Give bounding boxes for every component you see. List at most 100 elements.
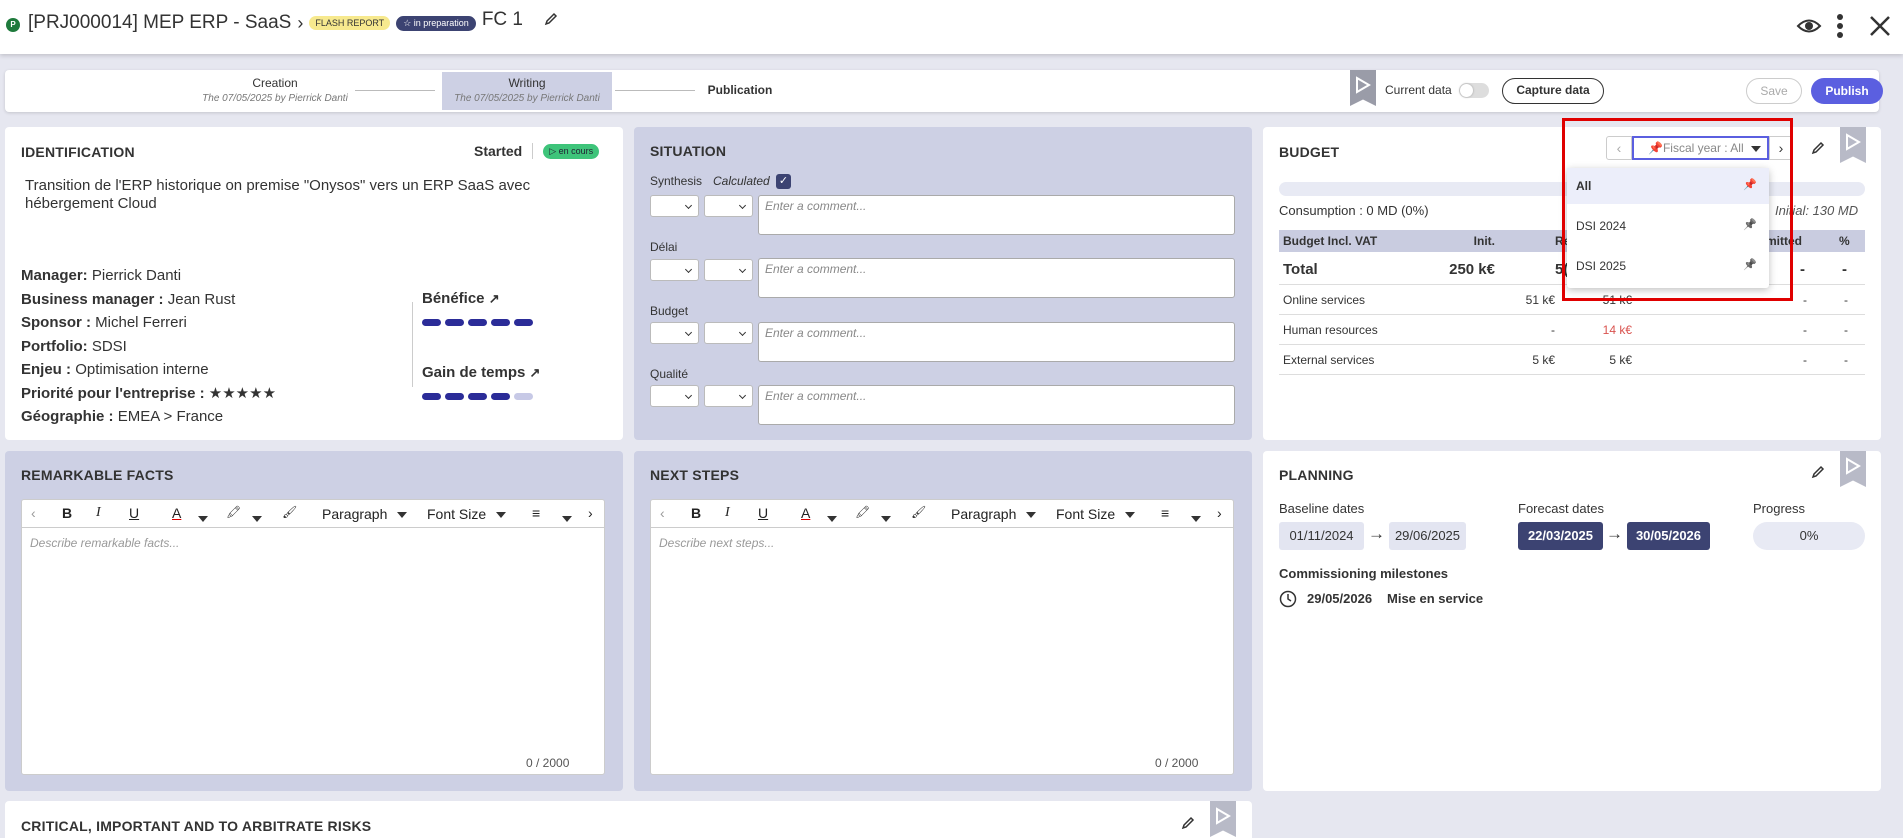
budget-title: BUDGET [1279,144,1340,160]
next-steps-editor[interactable]: Describe next steps... 0 / 2000 [650,527,1234,775]
benefit-label: Bénéfice [422,290,485,307]
step-name: Publication [707,83,773,97]
situation-label: Synthesis [650,174,703,188]
scroll-right-icon[interactable]: › [1217,505,1222,521]
divider [532,143,534,159]
edit-pencil-icon[interactable] [1810,140,1826,156]
paragraph-select[interactable]: Paragraph [322,506,408,522]
highlight-color-icon[interactable]: 🖍 [855,505,870,519]
field-label: Portfolio: [21,337,88,355]
scroll-left-icon[interactable]: ‹ [31,505,36,521]
clock-icon [1279,590,1297,608]
save-button[interactable]: Save [1746,78,1802,104]
format-painter-icon[interactable]: 🖌 [911,505,926,519]
budget-row: External services 5 k€ 5 k€ - - [1279,345,1865,375]
chevron-down-icon[interactable] [1191,510,1201,526]
scroll-left-icon[interactable]: ‹ [660,505,665,521]
synthesis-comment-field[interactable]: Enter a comment... [758,195,1235,235]
align-icon[interactable]: ≡ [532,505,540,521]
play-icon [1216,807,1231,825]
edit-pencil-icon[interactable] [1180,815,1196,831]
underline-button[interactable]: U [129,505,139,521]
editor-toolbar: ‹ B I U A 🖍 🖌 Paragraph Font Size ≡ › [650,499,1234,527]
editor-toolbar: ‹ B I U A 🖍 🖌 Paragraph Font Size ≡ › [21,499,605,527]
baseline-label: Baseline dates [1279,501,1365,516]
progress-label: Progress [1753,501,1806,516]
budget-comment-field[interactable]: Enter a comment... [758,322,1235,362]
eye-icon[interactable] [1796,15,1822,37]
field-value: Jean Rust [167,290,236,308]
chevron-down-icon[interactable] [252,510,262,526]
situation-label: Délai [650,240,678,254]
font-size-label: Font Size [427,506,487,522]
cell: - [1842,261,1847,278]
format-painter-icon[interactable]: 🖌 [282,505,297,519]
play-icon [1846,133,1861,151]
editor-placeholder: Describe next steps... [659,536,775,550]
calculated-checkbox[interactable]: ✓ [776,174,791,189]
chevron-down-icon[interactable] [562,510,572,526]
remarkable-facts-editor[interactable]: Describe remarkable facts... 0 / 2000 [21,527,605,775]
char-counter: 0 / 2000 [1155,756,1199,770]
field-enjeu: Enjeu : Optimisation interne [21,358,276,382]
close-icon[interactable] [1868,14,1892,38]
forecast-end-date: 30/05/2026 [1627,522,1710,550]
cell: - [1803,353,1807,367]
edit-pencil-icon[interactable] [543,11,559,27]
situation-select-status[interactable] [704,195,753,217]
paragraph-select[interactable]: Paragraph [951,506,1037,522]
chevron-down-icon[interactable] [881,510,891,526]
italic-button[interactable]: I [96,505,101,521]
capture-data-button[interactable]: Capture data [1502,78,1604,104]
step-connector [615,90,695,91]
align-icon[interactable]: ≡ [1161,505,1169,521]
situation-select-status[interactable] [704,385,753,407]
font-size-select[interactable]: Font Size [427,506,507,522]
edit-pencil-icon[interactable] [1810,464,1826,480]
more-vertical-icon[interactable] [1836,13,1844,39]
play-icon [1356,76,1371,94]
workflow-step-writing[interactable]: Writing The 07/05/2025 by Pierrick Danti [442,72,612,110]
qualite-comment-field[interactable]: Enter a comment... [758,385,1235,425]
identification-title: IDENTIFICATION [21,144,135,160]
scroll-right-icon[interactable]: › [588,505,593,521]
situation-label: Qualité [650,367,689,381]
delai-comment-field[interactable]: Enter a comment... [758,258,1235,298]
text-color-icon[interactable]: A [801,505,810,521]
bold-button[interactable]: B [62,505,72,521]
situation-title: SITUATION [650,143,727,159]
italic-button[interactable]: I [725,505,730,521]
risks-title: CRITICAL, IMPORTANT AND TO ARBITRATE RIS… [21,818,372,834]
field-business-manager: Business manager : Jean Rust [21,288,276,312]
field-portfolio: Portfolio: SDSI [21,335,276,359]
cell: - [1844,353,1848,367]
font-size-select[interactable]: Font Size [1056,506,1136,522]
situation-select-trend[interactable] [650,385,699,407]
cell: 5 k€ [1532,353,1555,367]
situation-select-trend[interactable] [650,259,699,281]
situation-select-status[interactable] [704,322,753,344]
workflow-step-creation[interactable]: Creation The 07/05/2025 by Pierrick Dant… [190,70,360,110]
char-counter: 0 / 2000 [526,756,570,770]
baseline-end-date: 29/06/2025 [1389,522,1466,550]
situation-select-trend[interactable] [650,322,699,344]
col-header: % [1839,234,1850,248]
highlight-color-icon[interactable]: 🖍 [226,505,241,519]
editor-placeholder: Describe remarkable facts... [30,536,180,550]
situation-select-trend[interactable] [650,195,699,217]
current-data-toggle[interactable] [1459,83,1489,98]
bold-button[interactable]: B [691,505,701,521]
publish-button[interactable]: Publish [1811,78,1883,104]
situation-select-status[interactable] [704,259,753,281]
arrow-right-icon: → [1368,524,1385,543]
identification-fields: Manager: Pierrick Danti Business manager… [21,264,276,429]
chevron-right-icon[interactable]: › [297,13,303,34]
field-value: Michel Ferreri [95,314,187,331]
chevron-down-icon[interactable] [827,510,837,526]
chevron-down-icon[interactable] [198,510,208,526]
underline-button[interactable]: U [758,505,768,521]
situation-label: Budget [650,304,689,318]
text-color-icon[interactable]: A [172,505,181,521]
workflow-step-publication[interactable]: Publication [695,70,785,110]
baseline-start-date: 01/11/2024 [1279,522,1364,550]
